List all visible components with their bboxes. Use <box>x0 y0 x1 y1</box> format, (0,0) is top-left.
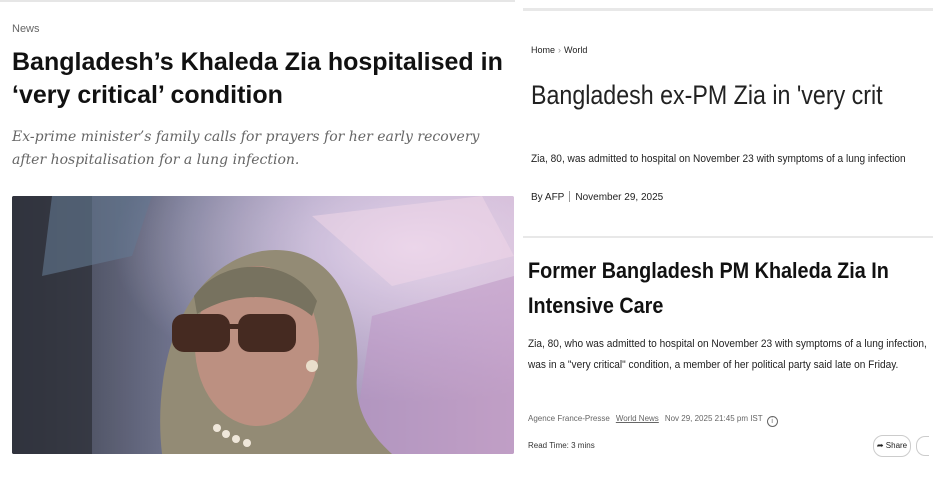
byline-separator <box>569 191 571 202</box>
timestamp: Nov 29, 2025 21:45 pm IST <box>664 414 763 423</box>
article-body: Zia, 80, who was admitted to hospital on… <box>528 338 927 371</box>
article-headline[interactable]: Bangladesh ex-PM Zia in 'very critical' … <box>531 80 884 111</box>
more-button[interactable] <box>916 436 929 456</box>
category-link[interactable]: World News <box>616 414 659 423</box>
article-headline[interactable]: Bangladesh’s Khaleda Zia hospitalised in… <box>12 46 512 112</box>
article-headline[interactable]: Former Bangladesh PM Khaleda Zia In Inte… <box>528 253 904 323</box>
source-name: Agence France-Presse <box>528 414 610 423</box>
breadcrumb-separator: › <box>558 45 562 55</box>
info-icon[interactable]: i <box>766 416 778 427</box>
share-arrow-icon: ➦ <box>876 441 884 450</box>
article-photo[interactable] <box>12 196 514 454</box>
share-label: Share <box>885 441 908 450</box>
top-divider <box>0 0 515 2</box>
article-dek: Zia, 80, was admitted to hospital on Nov… <box>531 153 906 165</box>
section-kicker[interactable]: News <box>12 23 40 35</box>
byline: By AFP November 29, 2025 <box>531 191 663 203</box>
right-articles: Home › World Bangladesh ex-PM Zia in 'very… <box>518 0 939 491</box>
left-article: News Bangladesh’s Khaleda Zia hospitalis… <box>0 0 520 491</box>
share-button[interactable]: ➦ Share <box>873 435 911 457</box>
breadcrumb-world[interactable]: World <box>564 45 587 55</box>
byline-author[interactable]: By AFP <box>531 192 564 203</box>
article-standfirst: Ex-prime minister’s family calls for pra… <box>12 129 480 168</box>
read-time: Read Time: 3 mins <box>528 441 595 450</box>
byline-date: November 29, 2025 <box>575 192 664 203</box>
top-divider <box>523 8 933 11</box>
breadcrumb-home[interactable]: Home <box>531 45 555 55</box>
section-divider <box>523 236 933 238</box>
breadcrumb: Home › World <box>531 45 587 55</box>
article-meta: Agence France-Presse World News Nov 29, 20… <box>528 414 778 427</box>
photo-image <box>12 196 514 454</box>
